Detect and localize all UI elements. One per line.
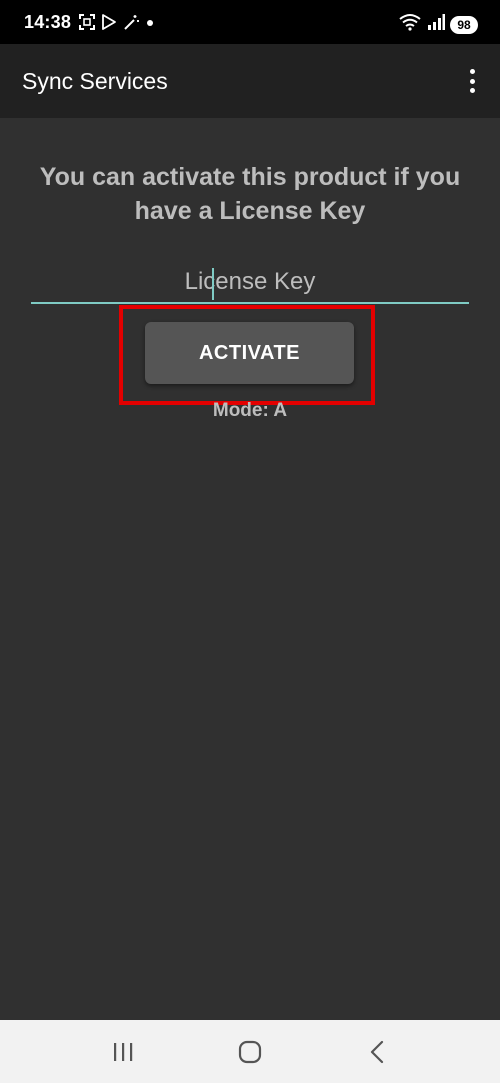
wifi-icon xyxy=(398,13,422,36)
recents-icon[interactable] xyxy=(93,1027,153,1077)
status-system-icons: 98 xyxy=(398,13,478,36)
menu-dot xyxy=(469,78,475,84)
signal-icon xyxy=(427,13,445,36)
license-key-field[interactable] xyxy=(31,262,469,306)
play-store-icon xyxy=(100,13,118,31)
magic-wand-icon xyxy=(122,13,140,31)
license-key-input[interactable] xyxy=(31,262,469,304)
activate-button[interactable]: ACTIVATE xyxy=(145,322,354,384)
status-time: 14:38 xyxy=(24,12,72,32)
mode-label: Mode: A xyxy=(212,400,288,421)
home-icon[interactable] xyxy=(220,1027,280,1077)
menu-dot xyxy=(469,88,475,93)
menu-dot xyxy=(469,69,475,74)
screenshot-icon xyxy=(78,13,96,31)
app-bar: Sync Services xyxy=(0,44,500,118)
back-icon[interactable] xyxy=(347,1027,407,1077)
text-cursor xyxy=(212,268,214,300)
app-screen: 14:38 98 Sync Services You can activate … xyxy=(0,0,500,1083)
status-notification-icons xyxy=(78,13,156,31)
more-vert-icon[interactable] xyxy=(462,66,482,96)
status-bar: 14:38 98 xyxy=(0,0,500,44)
system-nav-bar xyxy=(0,1020,500,1083)
activation-prompt: You can activate this product if you hav… xyxy=(39,163,461,225)
app-title: Sync Services xyxy=(22,68,168,94)
notification-dot-icon xyxy=(144,13,156,31)
battery-indicator: 98 xyxy=(450,15,478,34)
